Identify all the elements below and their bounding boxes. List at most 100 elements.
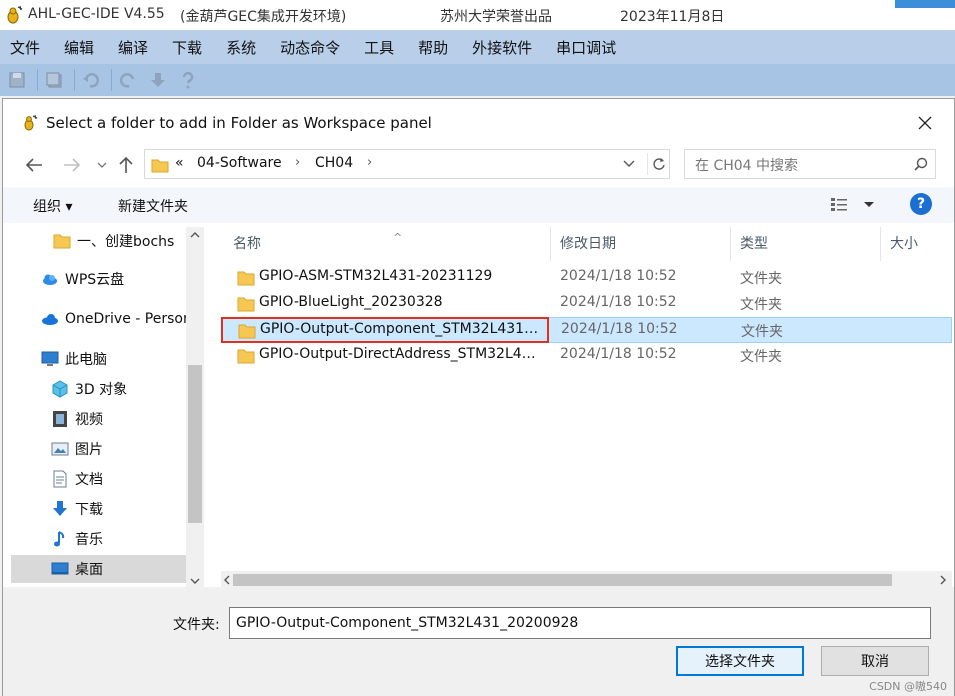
change-view-button[interactable] (829, 195, 877, 217)
nav-item-label: 桌面 (75, 562, 103, 578)
menu-dynamic-command[interactable]: 动态命令 (280, 37, 340, 58)
nav-item-desktop[interactable]: 桌面 (11, 555, 186, 583)
breadcrumb-ch04[interactable]: CH04 (315, 155, 353, 171)
file-type: 文件夹 (740, 271, 782, 287)
column-divider[interactable] (880, 227, 881, 261)
picture-icon (51, 442, 69, 456)
music-icon (54, 531, 65, 547)
question-icon (182, 71, 194, 89)
nav-item-this-pc[interactable]: 此电脑 (11, 345, 186, 373)
menu-external-software[interactable]: 外接软件 (472, 37, 532, 58)
folder-icon (53, 234, 71, 249)
dialog-title: Select a folder to add in Folder as Work… (46, 114, 432, 132)
column-divider[interactable] (550, 227, 551, 261)
organize-label: 组织 (33, 199, 61, 215)
recent-locations-button[interactable] (91, 154, 113, 176)
navigation-scrollbar[interactable] (186, 227, 204, 592)
nav-item-documents[interactable]: 文档 (11, 465, 186, 493)
up-folder-button[interactable] (115, 154, 137, 176)
save-button[interactable] (4, 67, 30, 93)
file-name: GPIO-BlueLight_20230328 (259, 294, 443, 310)
file-date: 2024/1/18 10:52 (560, 294, 677, 310)
redo-button[interactable] (115, 67, 141, 93)
menu-system[interactable]: 系统 (226, 37, 256, 58)
app-date: 2023年11月8日 (620, 9, 725, 25)
menu-edit[interactable]: 编辑 (64, 37, 94, 58)
column-divider[interactable] (730, 227, 731, 261)
chevron-down-icon (623, 160, 635, 167)
nav-item-create-bochs[interactable]: 一、创建bochs (11, 227, 186, 255)
cloud-icon (43, 274, 57, 285)
nav-item-label: 图片 (75, 442, 103, 458)
dialog-close-button[interactable] (907, 111, 943, 135)
menu-tools[interactable]: 工具 (364, 37, 394, 58)
nav-item-label: 视频 (75, 412, 103, 428)
save-all-icon (46, 72, 62, 88)
nav-item-downloads[interactable]: 下载 (11, 495, 186, 523)
search-input[interactable]: 在 CH04 中搜索 (684, 149, 936, 179)
column-header-name-label: 名称 (233, 236, 261, 252)
nav-item-label: WPS云盘 (65, 272, 125, 288)
menu-download[interactable]: 下载 (172, 37, 202, 58)
app-title: AHL-GEC-IDE V4.55 (28, 6, 165, 22)
menu-file[interactable]: 文件 (10, 37, 40, 58)
folder-name-input[interactable] (229, 607, 931, 639)
file-row[interactable]: GPIO-BlueLight_20230328 2024/1/18 10:52 … (221, 291, 952, 317)
titlebar-accent (895, 0, 955, 8)
address-dropdown-button[interactable] (623, 156, 635, 172)
undo-button[interactable] (78, 67, 104, 93)
chevron-down-icon (190, 578, 200, 584)
navigation-scrollbar-thumb[interactable] (188, 365, 202, 523)
nav-item-label: 一、创建bochs (77, 234, 175, 250)
app-logo-icon (24, 114, 38, 131)
file-date: 2024/1/18 10:52 (561, 321, 678, 337)
chevron-left-icon (224, 575, 230, 585)
help-button[interactable]: ? (910, 193, 932, 215)
column-header-size[interactable]: 大小 (890, 233, 918, 261)
refresh-button[interactable] (647, 153, 669, 175)
horizontal-scrollbar-thumb[interactable] (233, 574, 892, 586)
column-header-name[interactable]: ^ 名称 (233, 231, 402, 261)
nav-item-label: 文档 (75, 472, 103, 488)
sort-caret-icon: ^ (393, 231, 403, 244)
new-folder-button[interactable]: 新建文件夹 (118, 196, 188, 216)
redo-icon (119, 73, 135, 88)
breadcrumb-04-software[interactable]: 04-Software (197, 155, 282, 171)
menu-help[interactable]: 帮助 (418, 37, 448, 58)
help-query-button[interactable] (175, 67, 201, 93)
download-button[interactable] (145, 67, 171, 93)
breadcrumb-separator[interactable]: › (295, 155, 300, 170)
file-date: 2024/1/18 10:52 (560, 268, 677, 284)
cancel-button[interactable]: 取消 (821, 646, 929, 676)
breadcrumb-overflow[interactable]: « (175, 155, 184, 171)
nav-item-onedrive[interactable]: OneDrive - Personal (11, 305, 186, 333)
column-header-type[interactable]: 类型 (740, 233, 768, 261)
back-button[interactable] (23, 154, 45, 176)
arrow-right-icon (64, 158, 81, 172)
file-row[interactable]: GPIO-Output-DirectAddress_STM32L431 2024… (221, 343, 952, 369)
column-header-date[interactable]: 修改日期 (560, 233, 616, 261)
nav-item-music[interactable]: 音乐 (11, 525, 186, 553)
navigation-pane: 一、创建bochs WPS云盘 OneDrive - Personal 此电脑 … (11, 227, 204, 592)
toolbar-separator (37, 69, 38, 91)
file-row[interactable]: GPIO-ASM-STM32L431-20231129 2024/1/18 10… (221, 265, 952, 291)
file-row-selected[interactable]: GPIO-Output-Component_STM32L431_20200928… (221, 317, 952, 343)
download-icon (53, 501, 67, 516)
forward-button[interactable] (61, 154, 83, 176)
organize-button[interactable]: 组织 ▾ (33, 196, 72, 216)
file-name: GPIO-ASM-STM32L431-20231129 (259, 268, 493, 284)
save-all-button[interactable] (41, 67, 67, 93)
toolbar (0, 64, 955, 96)
breadcrumb-separator[interactable]: › (367, 155, 372, 170)
select-folder-button[interactable]: 选择文件夹 (676, 646, 804, 676)
nav-item-videos[interactable]: 视频 (11, 405, 186, 433)
nav-item-label: OneDrive - Personal (65, 311, 186, 327)
down-arrow-icon (151, 73, 165, 87)
menu-compile[interactable]: 编译 (118, 37, 148, 58)
menu-serial-debug[interactable]: 串口调试 (556, 37, 616, 58)
nav-item-wps-cloud[interactable]: WPS云盘 (11, 265, 186, 293)
address-bar[interactable]: « 04-Software › CH04 › (144, 149, 670, 179)
nav-item-pictures[interactable]: 图片 (11, 435, 186, 463)
document-icon (53, 470, 67, 488)
nav-item-3d-objects[interactable]: 3D 对象 (11, 375, 186, 403)
